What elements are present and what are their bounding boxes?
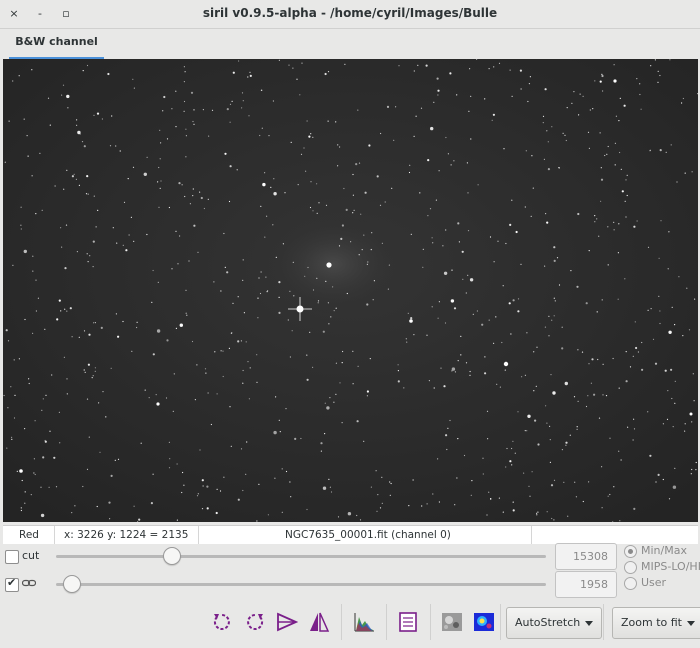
chevron-down-icon [687,620,695,626]
chevron-down-icon [585,620,594,626]
toolbar-divider [341,604,342,640]
high-value-slider[interactable] [56,555,546,558]
link-row: 1958 [0,571,700,599]
image-info-icon[interactable] [394,608,422,636]
false-color-preview-icon[interactable] [470,608,498,636]
image-viewer[interactable] [3,59,698,522]
toolbar-divider [500,604,501,640]
high-value-field[interactable]: 15308 [555,543,617,570]
tab-bar: B&W channel [0,29,700,60]
flip-vertical-icon[interactable] [273,608,301,636]
zoom-to-fit-button[interactable]: Zoom to fit [612,607,700,639]
cut-checkbox[interactable] [5,550,19,564]
link-checkbox[interactable] [5,576,19,592]
radio-mips[interactable] [624,561,637,574]
autostretch-button[interactable]: AutoStretch [506,607,603,639]
chain-link-icon [21,578,37,591]
title-bar: × - ▫ siril v0.9.5-alpha - /home/cyril/I… [0,0,700,29]
window-title: siril v0.9.5-alpha - /home/cyril/Images/… [202,6,498,20]
status-bar: Red x: 3226 y: 1224 = 2135 NGC7635_00001… [3,525,698,544]
histogram-icon[interactable] [350,608,378,636]
image-filename: NGC7635_00001.fit (channel 0) [285,529,451,541]
high-value-slider-knob[interactable] [163,547,182,565]
status-divider [198,526,199,544]
radio-mips-label: MIPS-LO/HI [641,560,700,573]
mirror-horizontal-icon[interactable] [305,608,333,636]
cut-label: cut [22,549,40,562]
rotate-right-icon[interactable] [241,608,269,636]
channel-label: Red [19,529,39,541]
cut-row: cut 15308 [0,543,700,571]
toolbar-divider [430,604,431,640]
low-value-slider[interactable] [56,583,546,586]
radio-user-label: User [641,576,667,589]
radio-user[interactable] [624,577,637,590]
status-divider [531,526,532,544]
pixel-coordinates: x: 3226 y: 1224 = 2135 [64,529,189,541]
grayscale-preview-icon[interactable] [438,608,466,636]
low-value-field[interactable]: 1958 [555,571,617,598]
low-value-slider-knob[interactable] [62,575,81,593]
radio-min-max-label: Min/Max [641,544,687,557]
rotate-left-icon[interactable] [208,608,236,636]
radio-min-max[interactable] [624,545,637,558]
toolbar-divider [603,604,604,640]
star-field-image[interactable] [3,59,698,522]
toolbar-divider [386,604,387,640]
status-divider [54,526,55,544]
tab-bw-channel[interactable]: B&W channel [9,29,104,60]
bottom-toolbar: AutoStretch Zoom to fit [0,600,700,648]
